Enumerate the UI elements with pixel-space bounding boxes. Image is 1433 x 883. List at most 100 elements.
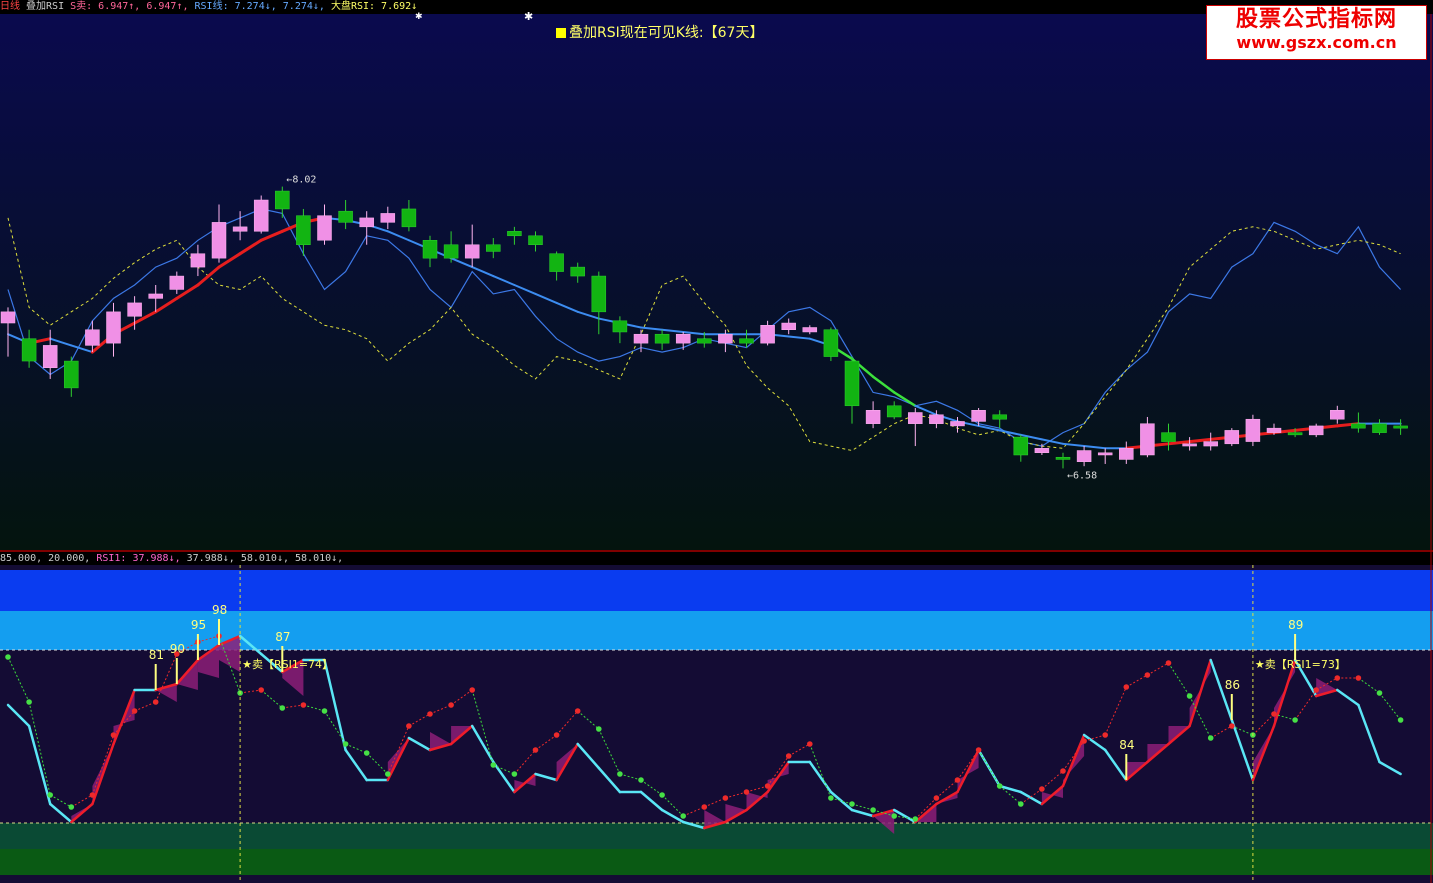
peak-label: 84 — [1119, 738, 1134, 752]
candle-body — [739, 338, 754, 344]
rsi-dot — [785, 753, 792, 759]
candle-body — [760, 325, 775, 344]
site-logo: 股票公式指标网 www.gszx.com.cn — [1206, 5, 1427, 60]
peak-label: 95 — [191, 618, 206, 632]
candle-body — [422, 240, 438, 259]
candle-body — [401, 208, 417, 228]
logo-line2: www.gszx.com.cn — [1236, 33, 1397, 52]
rsi-dot — [722, 795, 729, 801]
candle-body — [1393, 425, 1408, 429]
candle-body — [992, 414, 1007, 420]
rsi-dot — [385, 771, 391, 777]
rsi-dot — [1018, 801, 1024, 807]
candle-body — [675, 333, 691, 344]
candle-body — [1330, 410, 1345, 420]
chart-title: 叠加RSI现在可见K线:【67天】 — [556, 22, 763, 42]
upper-panel-bg — [0, 14, 1433, 550]
rsi-dot — [131, 708, 138, 714]
candle-body — [1013, 436, 1029, 456]
rsi-dot — [532, 747, 539, 753]
candle-body — [865, 410, 881, 424]
candle-body — [338, 210, 353, 223]
candle-body — [317, 215, 332, 241]
candle-body — [781, 322, 796, 330]
lower-legend: 85.000, 20.000, RSI1: 37.988↓, 37.988↓, … — [0, 552, 343, 566]
peak-label: 86 — [1225, 678, 1240, 692]
rsi-dot — [363, 750, 370, 756]
candle-body — [42, 345, 58, 369]
lower-legend-item: 37.988↓, 58.010↓, 58.010↓, — [186, 553, 344, 564]
rsi-dot — [1397, 717, 1404, 723]
sell-signal-label: ★卖【RSI1=74】 — [242, 658, 333, 671]
candle-body — [908, 412, 923, 424]
candle-body — [633, 333, 649, 344]
candle-body — [1097, 452, 1113, 456]
rsi-dot — [1123, 684, 1130, 690]
sell-signal-label: ★卖【RSI1=73】 — [1255, 658, 1346, 671]
upper-legend-item: 叠加RSI — [26, 1, 71, 12]
candle-body — [929, 414, 944, 424]
rsi-dot — [996, 783, 1003, 789]
candle-body — [823, 329, 839, 357]
candle-body — [1308, 425, 1324, 436]
candle-body — [1351, 423, 1366, 429]
rsi-dot — [617, 771, 623, 777]
candle-body — [296, 215, 311, 245]
candle-body — [1266, 427, 1282, 433]
candle-body — [697, 338, 712, 344]
rsi-dot — [1039, 786, 1045, 792]
title-square-icon — [556, 28, 566, 38]
rsi-dot — [743, 789, 750, 795]
candle-body — [1140, 423, 1155, 456]
rsi-dot — [1376, 690, 1383, 696]
candle-body — [844, 360, 860, 407]
rsi-dot — [1292, 717, 1298, 723]
candle-body — [1182, 443, 1197, 447]
rsi-dot — [638, 777, 644, 783]
peak-label: 89 — [1288, 618, 1303, 632]
rsi-dot — [321, 708, 328, 714]
upper-legend-item: 大盘RSI: 7.692↓ — [330, 1, 418, 12]
candle-body — [464, 244, 480, 259]
rsi-dot — [342, 741, 349, 747]
candle-body — [1161, 432, 1176, 442]
peak-label: 87 — [275, 630, 290, 644]
candle-body — [570, 266, 585, 277]
rsi-dot — [5, 654, 11, 660]
candle-body — [950, 421, 965, 427]
rsi-dot — [258, 687, 265, 693]
rsi-dot — [1165, 660, 1172, 666]
candle-body — [253, 199, 269, 232]
upper-legend: 日线 叠加RSI S卖: 6.947↑, 6.947↑, RSI线: 7.274… — [0, 0, 417, 14]
candle-body — [21, 338, 37, 362]
candle-body — [528, 235, 543, 245]
candle-body — [718, 333, 733, 344]
high-marker: ←8.02 — [286, 175, 316, 186]
rsi-dot — [1144, 672, 1151, 678]
candle-body — [106, 311, 121, 344]
rsi-dot — [596, 726, 602, 732]
candle-body — [443, 244, 459, 259]
rsi-dot — [870, 807, 876, 813]
candle-body — [0, 311, 16, 324]
candle-body — [1372, 423, 1387, 433]
rsi-dot — [975, 747, 982, 753]
logo-line1: 股票公式指标网 — [1235, 7, 1397, 32]
low-marker: ←6.58 — [1067, 470, 1097, 481]
rsi-dot — [1102, 732, 1108, 738]
rsi-dot — [47, 792, 53, 798]
candle-body — [1287, 432, 1303, 436]
rsi-dot — [511, 771, 518, 777]
peak-label: 81 — [149, 648, 164, 662]
rsi-dot — [300, 702, 307, 708]
candle-body — [169, 275, 185, 290]
candle-body — [1203, 441, 1218, 447]
candle-body — [971, 410, 986, 422]
candle-body — [591, 275, 607, 313]
candle-body — [127, 302, 142, 317]
upper-legend-item: 日线 — [0, 1, 27, 12]
rsi-dot — [1186, 693, 1193, 699]
candle-body — [190, 253, 206, 268]
rsi-dot — [1313, 687, 1319, 693]
candle-body — [359, 217, 374, 228]
